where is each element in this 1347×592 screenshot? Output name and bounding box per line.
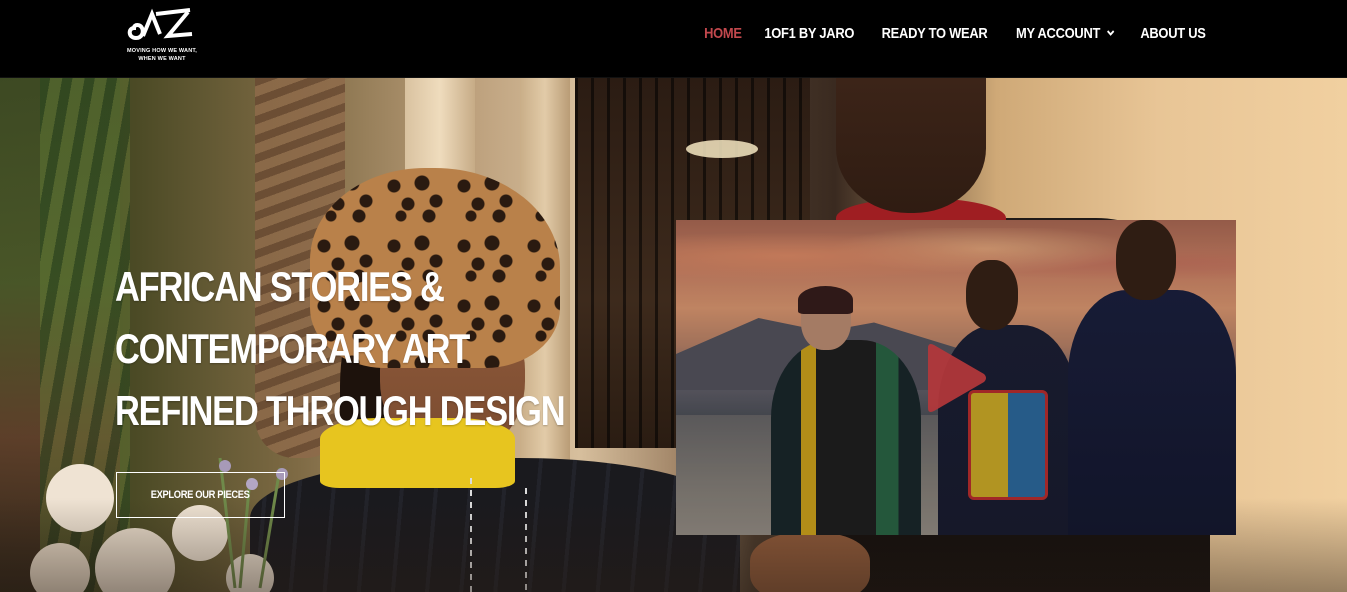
explore-our-pieces-label: EXPLORE OUR PIECES [151,489,250,501]
nav-item-my-account-label: MY ACCOUNT [1016,24,1101,42]
hero-title-line: AFRICAN STORIES & [115,263,445,310]
logo-mark-icon [127,8,193,41]
chevron-down-icon [1107,30,1115,36]
nav-item-home[interactable]: HOME [704,25,742,42]
explore-our-pieces-button[interactable]: EXPLORE OUR PIECES [116,472,285,518]
door-light-image [686,140,758,158]
hero-title-line: REFINED THROUGH DESIGN [115,387,566,434]
main-nav: HOME 1OF1 BY JARO READY TO WEAR MY ACCOU… [689,0,1211,66]
nav-item-1of1-by-jaro[interactable]: 1OF1 BY JARO [764,25,854,42]
nav-item-about-us[interactable]: ABOUT US [1140,25,1206,42]
logo-tagline: MOVING HOW WE WANT, WHEN WE WANT [126,48,198,62]
header-divider [0,77,1347,78]
promo-video-player[interactable] [676,220,1236,535]
hero-title: AFRICAN STORIES & CONTEMPORARY ART REFIN… [115,256,566,442]
model-right-face [836,78,986,213]
nav-item-ready-to-wear[interactable]: READY TO WEAR [882,25,988,42]
brand-logo[interactable]: MOVING HOW WE WANT, WHEN WE WANT [122,4,202,66]
hero-section: AFRICAN STORIES & CONTEMPORARY ART REFIN… [0,78,1347,592]
hero-title-line: CONTEMPORARY ART [115,325,470,372]
play-icon[interactable] [924,342,988,414]
site-header: MOVING HOW WE WANT, WHEN WE WANT HOME 1O… [0,0,1347,78]
nav-item-my-account[interactable]: MY ACCOUNT [1016,25,1115,42]
